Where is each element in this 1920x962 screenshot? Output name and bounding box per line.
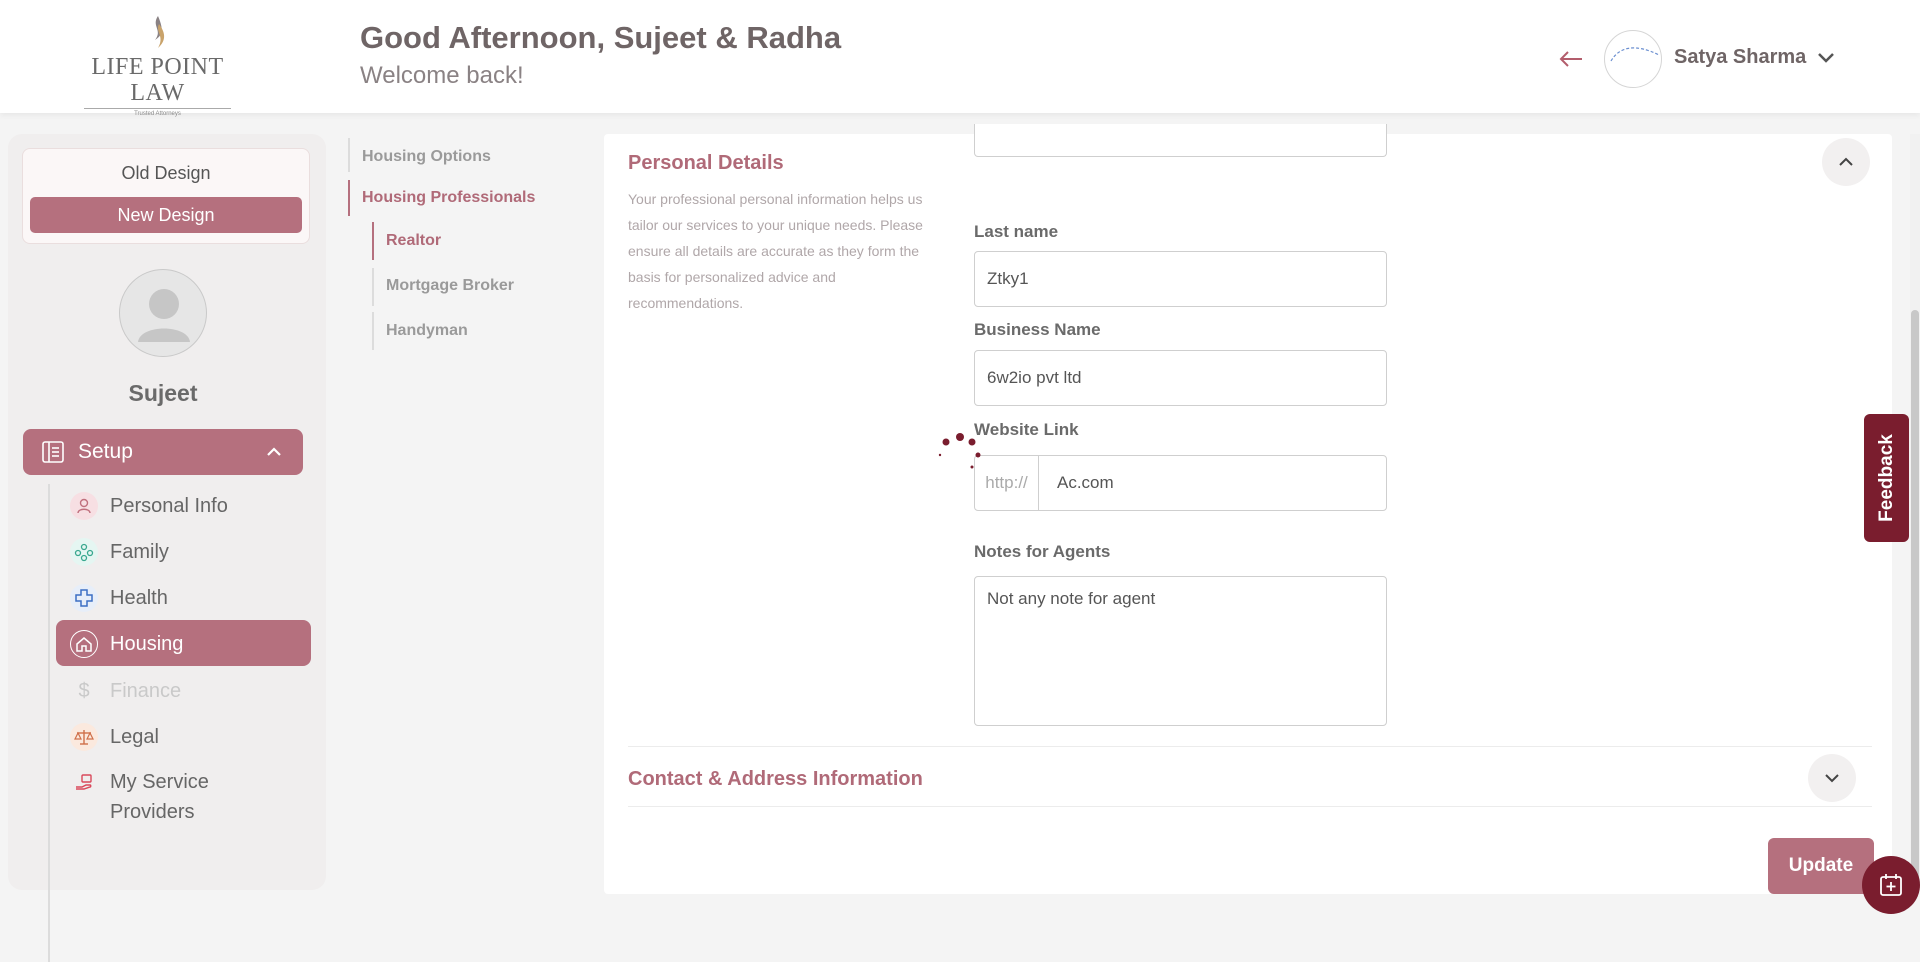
person-icon <box>70 492 98 520</box>
sidebar-item-label: Finance <box>110 680 182 702</box>
document-list-icon <box>42 441 64 463</box>
section-divider <box>628 746 1872 747</box>
logo-tagline: Trusted Attorneys <box>84 108 231 117</box>
contact-address-title[interactable]: Contact & Address Information <box>628 768 923 791</box>
left-sidebar: Old Design New Design Sujeet Setup Perso… <box>8 134 326 962</box>
sidebar-item-legal[interactable]: Legal <box>56 713 311 759</box>
sidebar-item-housing[interactable]: Housing <box>56 620 311 666</box>
subnav-indicator <box>372 312 374 350</box>
housing-subnav: Housing Options Housing Professionals Re… <box>330 134 600 890</box>
health-cross-icon <box>70 584 98 612</box>
welcome-subtitle: Welcome back! <box>360 62 524 89</box>
first-name-field[interactable] <box>974 124 1387 157</box>
design-toggle: Old Design New Design <box>22 148 310 244</box>
sidebar-item-family[interactable]: Family <box>56 528 311 574</box>
subnav-indicator-active <box>372 222 374 260</box>
logo[interactable]: LIFE POINT LAW Trusted Attorneys <box>70 14 245 117</box>
subnav-realtor[interactable]: Realtor <box>386 232 441 250</box>
notes-label: Notes for Agents <box>974 542 1111 561</box>
sidebar-item-finance[interactable]: $ Finance <box>56 667 311 713</box>
service-hand-icon <box>70 769 98 797</box>
last-name-field[interactable]: Ztky1 <box>974 251 1387 307</box>
sidebar-item-label: Personal Info <box>110 495 228 517</box>
chevron-up-icon <box>1839 157 1853 166</box>
subnav-housing-options[interactable]: Housing Options <box>362 148 491 166</box>
website-link-label: Website Link <box>974 420 1079 439</box>
user-name[interactable]: Satya Sharma <box>1674 46 1806 69</box>
logo-name: LIFE POINT LAW <box>91 54 224 106</box>
sidebar-item-health[interactable]: Health <box>56 574 311 620</box>
subnav-indicator-active <box>348 180 350 216</box>
website-value: Ac.com <box>1057 473 1114 492</box>
family-icon <box>70 538 98 566</box>
personal-details-description: Your professional personal information h… <box>628 191 923 311</box>
user-avatar[interactable] <box>1604 30 1662 88</box>
website-link-field[interactable]: http:// Ac.com <box>974 455 1387 511</box>
personal-details-title[interactable]: Personal Details <box>628 152 784 175</box>
business-name-label: Business Name <box>974 320 1101 339</box>
back-arrow-icon[interactable] <box>1556 44 1586 74</box>
sidebar-item-label: Legal <box>110 726 159 748</box>
notes-textarea[interactable]: Not any note for agent <box>974 576 1387 726</box>
business-name-field[interactable]: 6w2io pvt ltd <box>974 350 1387 406</box>
scrollbar-thumb[interactable] <box>1911 310 1919 890</box>
profile-name: Sujeet <box>128 380 198 406</box>
scales-icon <box>70 723 98 751</box>
top-header: LIFE POINT LAW Trusted Attorneys Good Af… <box>0 0 1920 117</box>
new-design-button[interactable]: New Design <box>30 197 302 233</box>
subnav-indicator <box>372 268 374 306</box>
sidebar-item-my-service-providers[interactable]: My Service Providers <box>56 759 311 829</box>
subnav-housing-professionals[interactable]: Housing Professionals <box>362 189 535 207</box>
last-name-label: Last name <box>974 222 1059 241</box>
chevron-down-icon <box>1825 774 1839 783</box>
chevron-up-icon <box>267 447 281 456</box>
profile-avatar <box>119 269 207 357</box>
flame-logo-icon <box>154 16 164 48</box>
sidebar-item-label: My Service Providers <box>110 771 209 823</box>
feedback-label: Feedback <box>1875 434 1897 522</box>
main-form-card: Personal Details Your professional perso… <box>604 124 1892 894</box>
add-calendar-fab[interactable] <box>1862 856 1920 914</box>
old-design-button[interactable]: Old Design <box>23 163 309 184</box>
loading-spinner-icon <box>938 433 981 469</box>
dollar-icon: $ <box>78 679 90 702</box>
greeting-title: Good Afternoon, Sujeet & Radha <box>360 20 842 55</box>
sidebar-item-label: Health <box>110 587 168 609</box>
calendar-plus-icon <box>1880 874 1902 896</box>
setup-menu-button[interactable]: Setup <box>23 429 303 475</box>
sidebar-item-label: Family <box>110 541 169 563</box>
sidebar-item-personal-info[interactable]: Personal Info <box>56 482 311 528</box>
setup-label: Setup <box>78 440 133 463</box>
update-button[interactable]: Update <box>1768 838 1874 894</box>
feedback-tab[interactable]: Feedback <box>1864 414 1909 542</box>
sidebar-item-label: Housing <box>110 633 184 655</box>
subnav-handyman[interactable]: Handyman <box>386 322 468 340</box>
section-divider <box>628 806 1872 807</box>
subnav-indicator <box>348 138 350 172</box>
subnav-mortgage-broker[interactable]: Mortgage Broker <box>386 277 514 295</box>
home-icon <box>70 630 98 658</box>
collapse-personal-details-button[interactable] <box>1822 138 1870 186</box>
nav-tree-line <box>48 484 50 962</box>
chevron-down-icon[interactable] <box>1814 48 1838 68</box>
expand-contact-button[interactable] <box>1808 754 1856 802</box>
